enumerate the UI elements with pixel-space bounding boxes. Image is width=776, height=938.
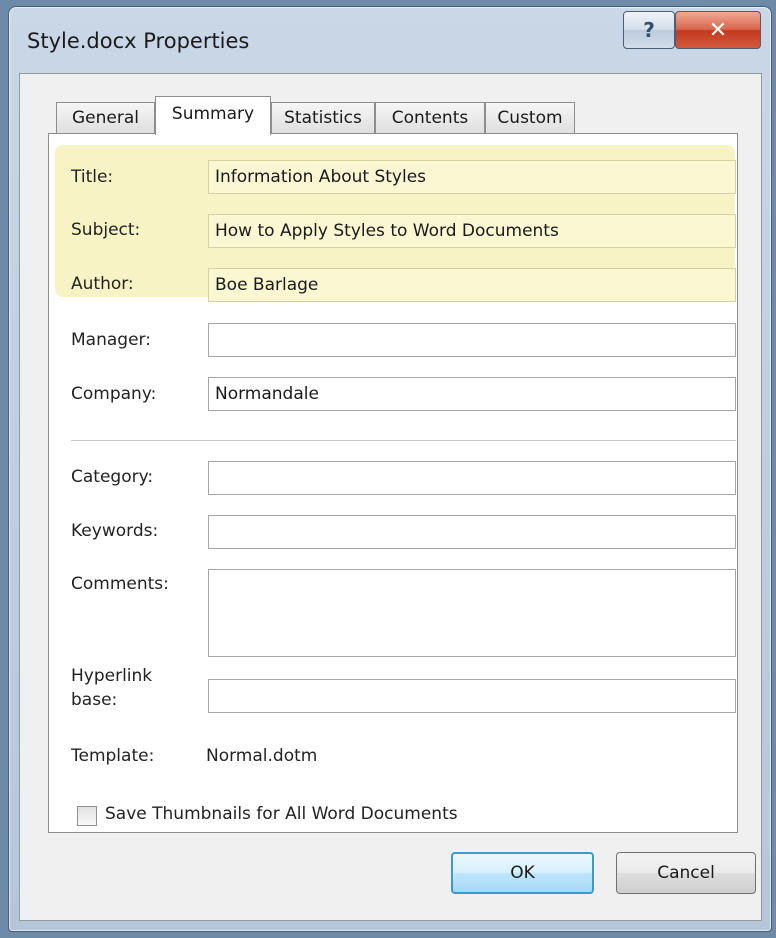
tab-summary[interactable]: Summary (155, 96, 271, 135)
company-label: Company: (71, 384, 157, 404)
comments-label: Comments: (71, 574, 169, 594)
tab-general[interactable]: General (56, 102, 155, 134)
author-label: Author: (71, 274, 134, 294)
tab-contents[interactable]: Contents (375, 102, 485, 134)
title-bar[interactable]: Style.docx Properties ? ✕ (9, 7, 771, 73)
subject-label: Subject: (71, 220, 141, 240)
category-label: Category: (71, 467, 154, 487)
tab-statistics[interactable]: Statistics (271, 102, 375, 134)
separator (71, 440, 736, 442)
save-thumbnails-label[interactable]: Save Thumbnails for All Word Documents (105, 804, 458, 824)
author-field[interactable]: Boe Barlage (208, 268, 736, 302)
ok-button[interactable]: OK (451, 852, 594, 894)
keywords-label: Keywords: (71, 521, 159, 541)
hyperlink-base-label-line1: Hyperlink (71, 666, 153, 686)
save-thumbnails-checkbox[interactable] (77, 806, 97, 826)
help-button[interactable]: ? (623, 11, 675, 49)
hyperlink-base-label-line2: base: (71, 690, 118, 710)
properties-dialog: Style.docx Properties ? ✕ General Summar… (8, 6, 772, 932)
category-field[interactable] (208, 461, 736, 495)
close-icon: ✕ (708, 17, 728, 43)
title-label: Title: (71, 167, 114, 187)
help-icon: ? (643, 18, 655, 42)
subject-field[interactable]: How to Apply Styles to Word Documents (208, 214, 736, 248)
dialog-body: General Summary Statistics Contents Cust… (19, 73, 762, 921)
tab-custom[interactable]: Custom (485, 102, 575, 134)
hyperlink-base-field[interactable] (208, 679, 736, 713)
summary-panel: Title: Information About Styles Subject:… (48, 133, 738, 833)
cancel-button[interactable]: Cancel (616, 852, 756, 894)
keywords-field[interactable] (208, 515, 736, 549)
manager-label: Manager: (71, 330, 151, 350)
template-value: Normal.dotm (206, 746, 318, 766)
manager-field[interactable] (208, 323, 736, 357)
comments-field[interactable] (208, 569, 736, 657)
title-field[interactable]: Information About Styles (208, 160, 736, 194)
template-label: Template: (71, 746, 155, 766)
dialog-title: Style.docx Properties (27, 29, 250, 53)
company-field[interactable]: Normandale (208, 377, 736, 411)
close-button[interactable]: ✕ (675, 11, 761, 49)
